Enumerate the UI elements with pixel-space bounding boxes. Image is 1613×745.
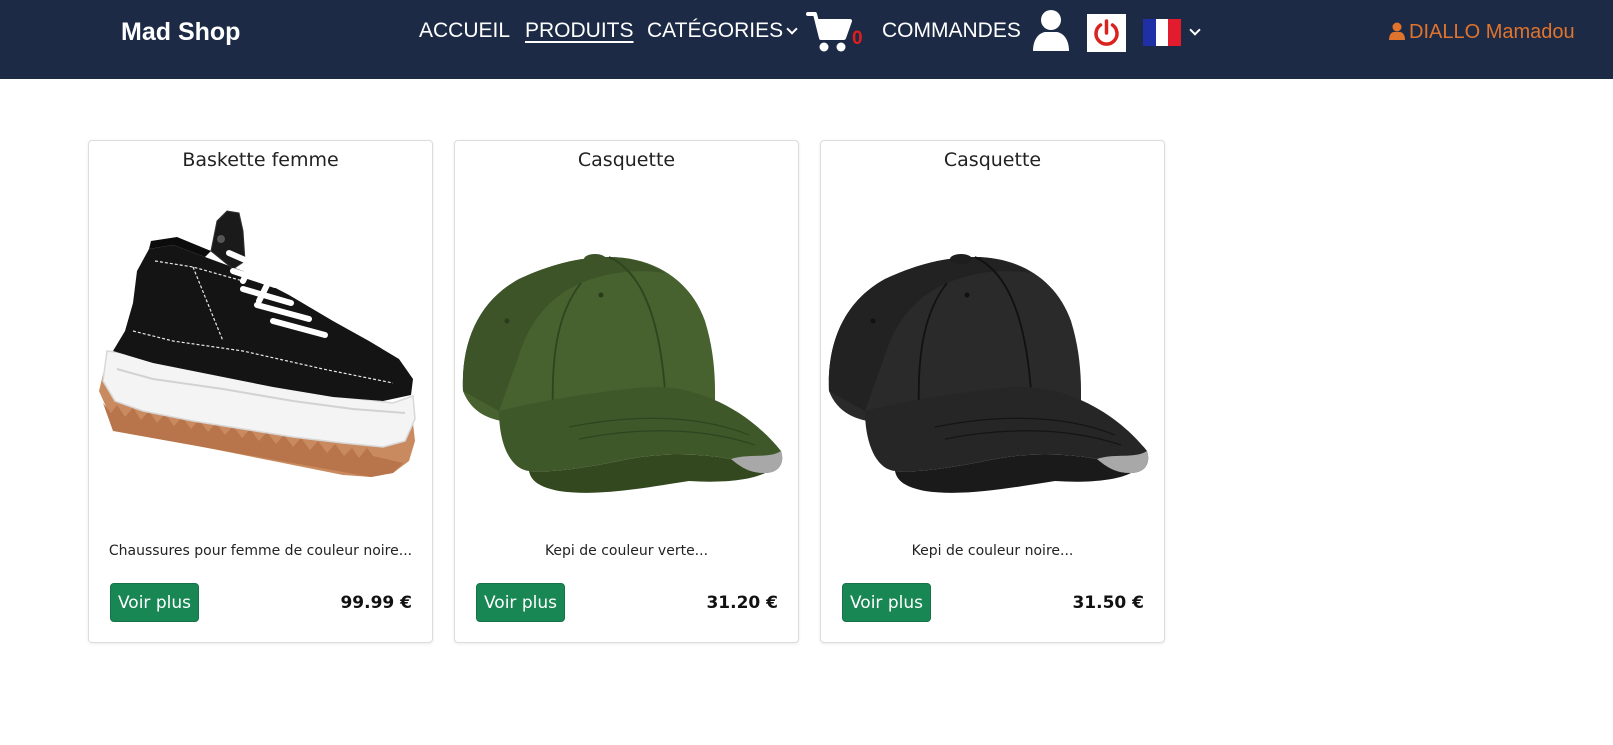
black-cap-image: [828, 254, 1149, 493]
nav-produits[interactable]: PRODUITS: [525, 19, 634, 43]
nav-categories-dropdown[interactable]: CATÉGORIES: [647, 19, 798, 43]
chevron-down-icon: [1189, 24, 1201, 36]
logout-button[interactable]: [1087, 14, 1126, 52]
shopping-cart-icon: [806, 12, 852, 52]
user-name: DIALLO Mamadou: [1409, 21, 1575, 43]
product-image-black-cap[interactable]: [825, 191, 1162, 541]
product-description: Kepi de couleur verte...: [544, 543, 709, 559]
product-price: 99.99 €: [340, 593, 412, 613]
french-flag-icon: [1143, 19, 1182, 46]
product-image-sneaker[interactable]: [93, 191, 430, 541]
voir-plus-button[interactable]: Voir plus: [842, 583, 931, 622]
voir-plus-button[interactable]: Voir plus: [110, 583, 199, 622]
product-card: Casquette Kepi de couleur verte... Voir …: [454, 140, 799, 643]
profile-button[interactable]: [1031, 9, 1071, 53]
cart-button[interactable]: 0: [806, 10, 864, 54]
product-card: Baskette femme Chaussures pour femme de …: [88, 140, 433, 643]
cart-count-badge: 0: [852, 28, 863, 49]
voir-plus-button[interactable]: Voir plus: [476, 583, 565, 622]
product-price: 31.50 €: [1072, 593, 1144, 613]
sneaker-image: [99, 210, 416, 477]
account-menu[interactable]: DIALLO Mamadou: [1389, 21, 1575, 44]
language-selector[interactable]: [1143, 19, 1201, 46]
product-description: Chaussures pour femme de couleur noire..…: [108, 543, 413, 559]
green-cap-image: [462, 254, 783, 493]
top-navbar: Mad Shop ACCUEIL PRODUITS CATÉGORIES 0 C…: [0, 0, 1613, 79]
chevron-down-icon: [786, 23, 798, 35]
user-icon: [1389, 22, 1405, 40]
product-price: 31.20 €: [706, 593, 778, 613]
product-description: Kepi de couleur noire...: [911, 543, 1074, 559]
product-title: Baskette femme: [182, 149, 339, 171]
power-icon: [1094, 19, 1119, 46]
product-title: Casquette: [943, 149, 1042, 171]
nav-commandes[interactable]: COMMANDES: [882, 19, 1021, 43]
nav-categories-label: CATÉGORIES: [647, 19, 784, 42]
user-icon: [1033, 10, 1069, 51]
product-title: Casquette: [577, 149, 676, 171]
product-image-green-cap[interactable]: [459, 191, 796, 541]
brand-logo[interactable]: Mad Shop: [121, 18, 240, 47]
nav-accueil[interactable]: ACCUEIL: [419, 19, 510, 43]
product-card: Casquette Kepi de couleur noire... Voir …: [820, 140, 1165, 643]
